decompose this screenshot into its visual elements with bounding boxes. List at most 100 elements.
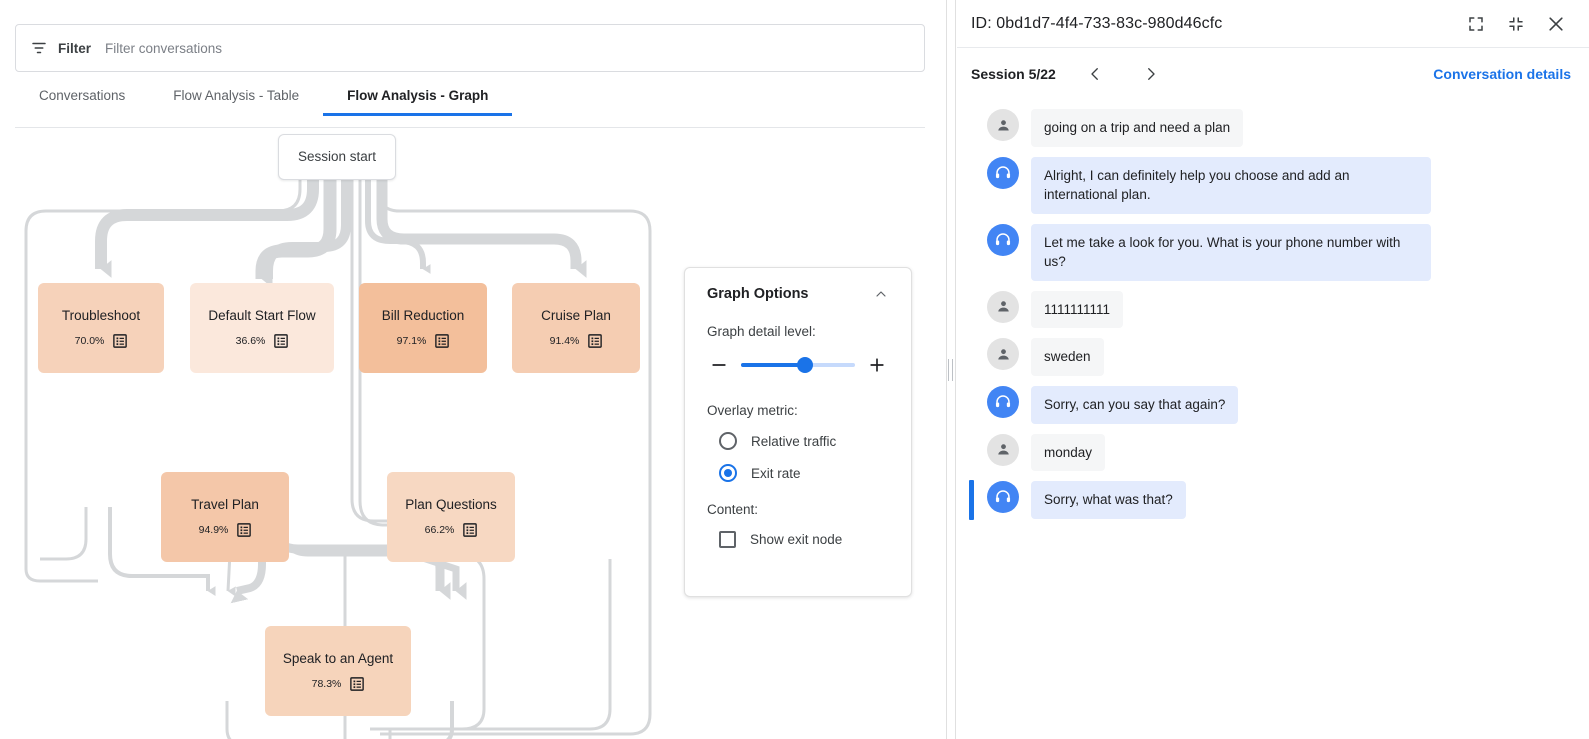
node-label: Default Start Flow [208,308,315,324]
message-row[interactable]: 1111111111 [957,286,1589,334]
node-exit-rate: 36.6% [236,335,266,347]
radio-label: Exit rate [751,466,801,481]
node-meta: 78.3% [312,677,365,691]
plus-icon[interactable] [865,353,889,377]
list-icon[interactable] [588,334,602,348]
checkbox-icon[interactable] [719,531,736,548]
graph-detail-level-label: Graph detail level: [707,324,889,339]
message-row[interactable]: Sorry, can you say that again? [957,381,1589,429]
node-exit-rate: 66.2% [425,524,455,536]
tab-flow-analysis-graph[interactable]: Flow Analysis - Graph [323,88,512,115]
user-avatar-icon [987,338,1019,370]
divider-line-right [955,0,956,739]
node-label: Bill Reduction [382,308,465,324]
tab-conversations[interactable]: Conversations [15,88,149,115]
graph-node-speak-to-an-agent[interactable]: Speak to an Agent 78.3% [265,626,411,716]
node-meta: 97.1% [397,334,450,348]
list-icon[interactable] [463,523,477,537]
checkbox-label: Show exit node [750,532,842,547]
radio-icon[interactable] [719,432,737,450]
fullscreen-exit-icon[interactable] [1501,9,1531,39]
message-row-selected[interactable]: Sorry, what was that? [957,476,1589,524]
search-input[interactable]: Filter conversations [105,41,222,56]
filter-icon [30,39,48,57]
pane-resizer[interactable] [945,0,957,739]
node-meta: 36.6% [236,334,289,348]
radio-label: Relative traffic [751,434,836,449]
divider-line-left [946,0,947,739]
filter-label: Filter [58,41,91,56]
graph-node-travel-plan[interactable]: Travel Plan 94.9% [161,472,289,562]
radio-exit-rate[interactable]: Exit rate [707,464,889,482]
node-exit-rate: 94.9% [199,524,229,536]
node-exit-rate: 70.0% [75,335,105,347]
user-avatar-icon [987,109,1019,141]
node-meta: 94.9% [199,523,252,537]
node-label: Troubleshoot [62,308,140,324]
graph-detail-level-slider[interactable] [707,353,889,377]
graph-node-default-start-flow[interactable]: Default Start Flow 36.6% [190,283,334,373]
message-text: Let me take a look for you. What is your… [1031,224,1431,281]
checkbox-show-exit-node[interactable]: Show exit node [707,531,889,548]
node-meta: 70.0% [75,334,128,348]
node-label: Travel Plan [191,497,259,513]
conversation-details-link[interactable]: Conversation details [1433,66,1571,82]
graph-node-plan-questions[interactable]: Plan Questions 66.2% [387,472,515,562]
resize-handle[interactable] [948,359,954,381]
minus-icon[interactable] [707,353,731,377]
message-row[interactable]: going on a trip and need a plan [957,104,1589,152]
node-label: Speak to an Agent [283,651,393,667]
message-text: Sorry, what was that? [1031,481,1186,519]
conversation-id: ID: 0bd1d7-4f4-733-83c-980d46cfc [971,15,1451,33]
fullscreen-icon[interactable] [1461,9,1491,39]
chevron-left-icon[interactable] [1078,57,1112,91]
tab-flow-analysis-table[interactable]: Flow Analysis - Table [149,88,323,115]
list-icon[interactable] [274,334,288,348]
slider-fill [741,363,805,367]
graph-options-panel: Graph Options Graph detail level: [684,267,912,597]
node-exit-rate: 78.3% [312,678,342,690]
graph-node-session-start[interactable]: Session start [278,134,396,180]
list-icon[interactable] [237,523,251,537]
node-meta: 91.4% [550,334,603,348]
list-icon[interactable] [435,334,449,348]
graph-node-bill-reduction[interactable]: Bill Reduction 97.1% [359,283,487,373]
chevron-up-icon[interactable] [873,286,889,302]
message-row[interactable]: sweden [957,333,1589,381]
filter-bar[interactable]: Filter Filter conversations [15,24,925,72]
list-icon[interactable] [113,334,127,348]
node-meta: 66.2% [425,523,478,537]
graph-options-header: Graph Options [707,286,889,302]
user-avatar-icon [987,291,1019,323]
close-icon[interactable] [1541,9,1571,39]
slider-thumb[interactable] [797,357,813,373]
message-row[interactable]: monday [957,429,1589,477]
detail-panel-header: ID: 0bd1d7-4f4-733-83c-980d46cfc [957,0,1589,48]
app-root: Filter Filter conversations Conversation… [0,0,1589,739]
message-list: going on a trip and need a plan Alright,… [957,100,1589,524]
flow-analysis-pane: Filter Filter conversations Conversation… [0,0,945,739]
overlay-metric-label: Overlay metric: [707,403,889,418]
message-row[interactable]: Let me take a look for you. What is your… [957,219,1589,286]
agent-avatar-icon [987,157,1019,189]
radio-relative-traffic[interactable]: Relative traffic [707,432,889,450]
node-exit-rate: 91.4% [550,335,580,347]
graph-options-title: Graph Options [707,286,809,302]
selected-message-indicator [969,480,974,520]
message-row[interactable]: Alright, I can definitely help you choos… [957,152,1589,219]
agent-avatar-icon [987,224,1019,256]
chevron-right-icon[interactable] [1134,57,1168,91]
graph-node-cruise-plan[interactable]: Cruise Plan 91.4% [512,283,640,373]
list-icon[interactable] [350,677,364,691]
slider-track[interactable] [741,356,855,374]
session-counter: Session 5/22 [971,66,1056,82]
message-text: Sorry, can you say that again? [1031,386,1238,424]
content-label: Content: [707,502,889,517]
conversation-detail-pane: ID: 0bd1d7-4f4-733-83c-980d46cfc Session… [957,0,1589,739]
flow-graph-canvas[interactable]: Session start Troubleshoot 70.0% Default… [0,129,945,739]
agent-avatar-icon [987,481,1019,513]
agent-avatar-icon [987,386,1019,418]
radio-icon-checked[interactable] [719,464,737,482]
user-avatar-icon [987,434,1019,466]
graph-node-troubleshoot[interactable]: Troubleshoot 70.0% [38,283,164,373]
